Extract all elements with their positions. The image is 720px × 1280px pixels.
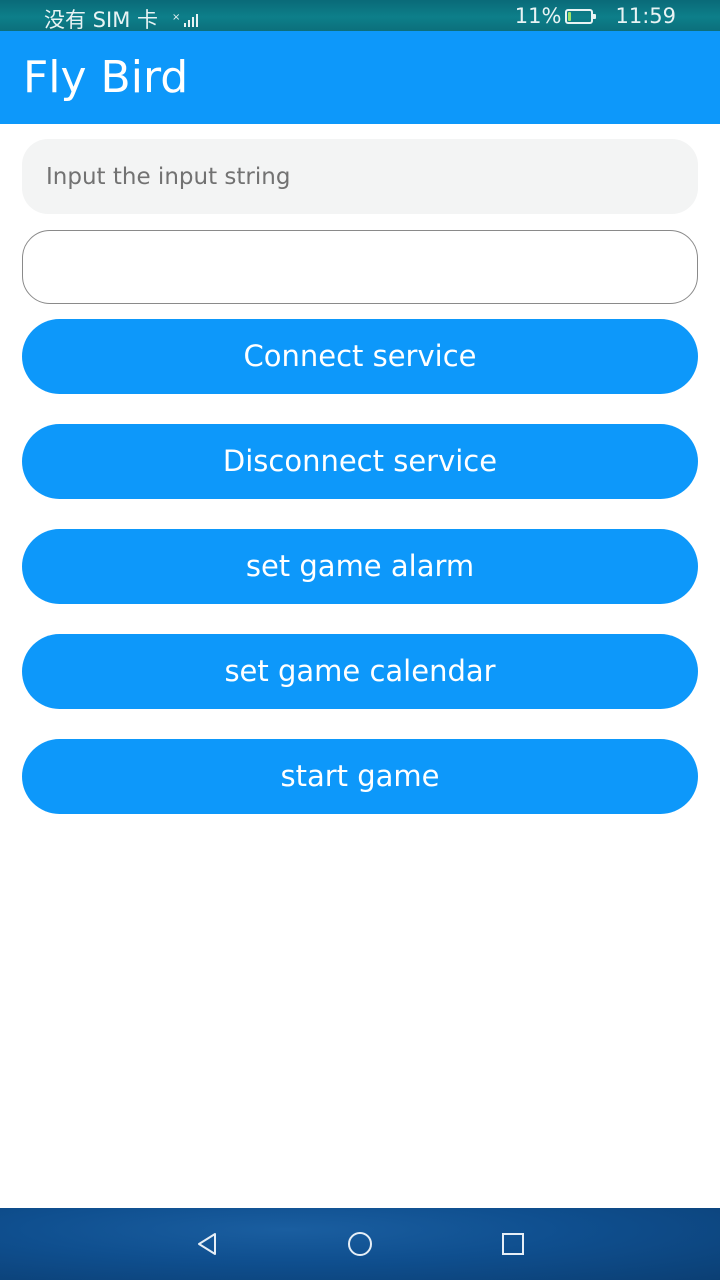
status-right: 11% 11:59 <box>515 4 676 28</box>
status-left: 没有 SIM 卡 × <box>44 4 199 34</box>
carrier-text: 没有 SIM 卡 <box>44 8 158 32</box>
back-icon[interactable] <box>189 1226 225 1262</box>
battery-level <box>568 11 572 21</box>
input-string-field[interactable] <box>22 139 698 214</box>
disconnect-service-button[interactable]: Disconnect service <box>22 424 698 499</box>
signal-icon: × <box>172 13 199 27</box>
output-text-box <box>22 230 698 304</box>
app-bar: Fly Bird <box>0 31 720 124</box>
recent-apps-icon[interactable] <box>495 1226 531 1262</box>
app-title: Fly Bird <box>23 52 189 103</box>
home-icon[interactable] <box>342 1226 378 1262</box>
set-game-calendar-button[interactable]: set game calendar <box>22 634 698 709</box>
clock: 11:59 <box>615 4 676 28</box>
status-bar: 没有 SIM 卡 × 11% 11:59 <box>0 0 720 34</box>
battery-percent: 11% <box>514 4 562 28</box>
navigation-bar <box>0 1208 720 1280</box>
connect-service-button[interactable]: Connect service <box>22 319 698 394</box>
set-game-alarm-button[interactable]: set game alarm <box>22 529 698 604</box>
battery-icon <box>565 8 597 24</box>
start-game-button[interactable]: start game <box>22 739 698 814</box>
